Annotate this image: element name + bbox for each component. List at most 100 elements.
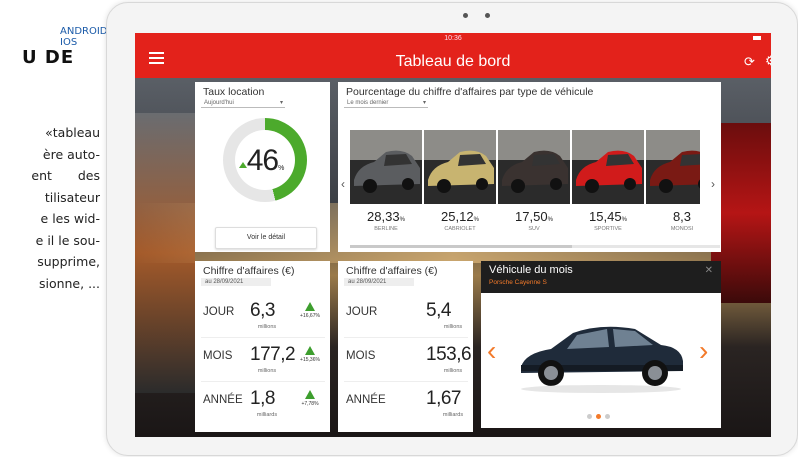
period-select[interactable]: Le mois dernier [344,99,428,108]
revenue-value: 153,6 [426,344,472,365]
revenue-value: 6,3 [250,300,275,321]
refresh-icon[interactable]: ⟳ [744,54,755,70]
period-label: JOUR [346,306,378,318]
period-label: ANNÉE [203,394,243,406]
period-select[interactable]: Aujourd'hui [201,99,285,108]
carousel-scrollbar[interactable] [350,245,720,248]
revenue-unit: millions [257,324,277,330]
trend-up-icon: +16,67% [299,302,321,330]
vehicle-of-month-card: Véhicule du mois Porsche Cayenne S ✕ ‹ › [481,261,721,432]
row-divider [344,381,468,382]
revenue-unit: millions [443,368,463,374]
platforms-label: ANDROID, IOS [60,26,111,48]
body-line: «tableau [45,125,100,140]
chevron-left-icon[interactable]: ‹ [487,335,496,367]
card-title: Chiffre d'affaires (€) [346,265,438,277]
body-line: supprime, [37,254,100,269]
body-line: ère auto- [42,146,100,162]
donut-value: 46% [235,144,295,178]
car-type-label: BERLINE [374,226,398,232]
car-tile[interactable]: 15,45% SPORTIVE [572,130,644,238]
revenue-card-1: Chiffre d'affaires (€) au 28/09/2021 JOU… [195,261,330,432]
chevron-right-icon[interactable]: › [699,335,708,367]
period-label: MOIS [203,350,233,362]
row-divider [201,381,325,382]
car-image [350,130,422,204]
vehicle-title: Véhicule du mois [489,264,573,276]
revenue-value: 1,8 [250,388,275,409]
tablet-device: 10:36 Tableau de bord ⟳ ⚙ Taux location … [106,2,798,456]
percent-unit: % [278,165,284,172]
card-title: Pourcentage du chiffre d'affaires par ty… [346,86,594,98]
trend-value: +7,78% [301,401,319,407]
status-clock: 10:36 [444,35,462,42]
row-divider [201,337,325,338]
car-tile[interactable]: 8,3 MONOSI [646,130,700,238]
revenue-by-type-card: Pourcentage du chiffre d'affaires par ty… [338,82,721,252]
gear-icon[interactable]: ⚙ [765,53,771,69]
car-percentage: 17,50% [515,209,553,224]
revenue-unit: millions [443,324,463,330]
revenue-row: MOIS 153,6 millions [338,340,473,380]
chevron-left-icon[interactable]: ‹ [341,177,345,191]
taux-location-card: Taux location Aujourd'hui 46% Voir le dé… [195,82,330,252]
article-heading: U DE [22,47,75,68]
trend-value: +16,67% [300,313,320,319]
car-type-label: CABRIOLET [444,226,476,232]
car-image [498,130,570,204]
trend-up-icon: +15,36% [299,346,321,374]
revenue-row: MOIS 177,2 millions +15,36% [195,340,330,380]
battery-icon [753,36,761,40]
revenue-value: 1,67 [426,388,461,409]
view-detail-button[interactable]: Voir le détail [215,227,317,249]
revenue-unit: milliards [442,412,464,418]
body-line: tilisateur [44,189,100,205]
article-body: «tableau ère auto- ent des tilisateur e … [4,122,100,294]
date-select[interactable]: au 28/09/2021 [201,278,271,286]
scrollbar-thumb[interactable] [350,245,572,248]
period-label: MOIS [346,350,376,362]
revenue-card-2: Chiffre d'affaires (€) au 28/09/2021 JOU… [338,261,473,432]
row-divider [344,337,468,338]
occupancy-value: 46 [246,144,279,177]
carousel-dot[interactable] [587,414,592,419]
app-screen: 10:36 Tableau de bord ⟳ ⚙ Taux location … [135,33,771,437]
car-percentage: 15,45% [589,209,627,224]
vehicle-subtitle: Porsche Cayenne S [489,279,547,286]
camera-dot [463,13,468,18]
revenue-row: ANNÉE 1,67 milliards [338,384,473,424]
card-title: Taux location [203,86,265,98]
date-select[interactable]: au 28/09/2021 [344,278,414,286]
trend-up-icon: +7,78% [299,390,321,418]
magazine-column: ANDROID, IOS U DE «tableau ère auto- ent… [0,0,112,457]
revenue-row: JOUR 6,3 millions +16,67% [195,296,330,336]
sensor-dot [485,13,490,18]
car-tile[interactable]: 17,50% SUV [498,130,570,238]
carousel-dot[interactable] [596,414,601,419]
app-top-bar: 10:36 Tableau de bord ⟳ ⚙ [135,33,771,78]
car-type-label: SPORTIVE [594,226,622,232]
body-line: sionne, ... [38,275,100,291]
trend-value: +15,36% [300,357,320,363]
car-image [572,130,644,204]
car-tile[interactable]: 25,12% CABRIOLET [424,130,496,238]
car-carousel: 28,33% BERLINE 25,12% CABRIOLET 17,50% SUV 15,… [350,130,700,238]
revenue-row: ANNÉE 1,8 milliards +7,78% [195,384,330,424]
car-image [646,130,700,204]
carousel-dot[interactable] [605,414,610,419]
revenue-unit: milliards [256,412,278,418]
occupancy-donut: 46% [223,118,307,202]
car-type-label: MONOSI [670,226,694,232]
body-line: ent des [31,168,100,183]
body-line: e il le sou- [35,232,100,248]
page-title: Tableau de bord [395,53,511,70]
revenue-unit: millions [257,368,277,374]
close-icon[interactable]: ✕ [705,265,713,276]
car-tile[interactable]: 28,33% BERLINE [350,130,422,238]
car-percentage: 8,3 [672,209,692,224]
vehicle-header: Véhicule du mois Porsche Cayenne S ✕ [481,261,721,293]
porsche-cayenne-image [521,326,683,393]
chevron-right-icon[interactable]: › [711,177,715,191]
car-type-label: SUV [528,226,540,232]
revenue-value: 177,2 [250,344,296,365]
